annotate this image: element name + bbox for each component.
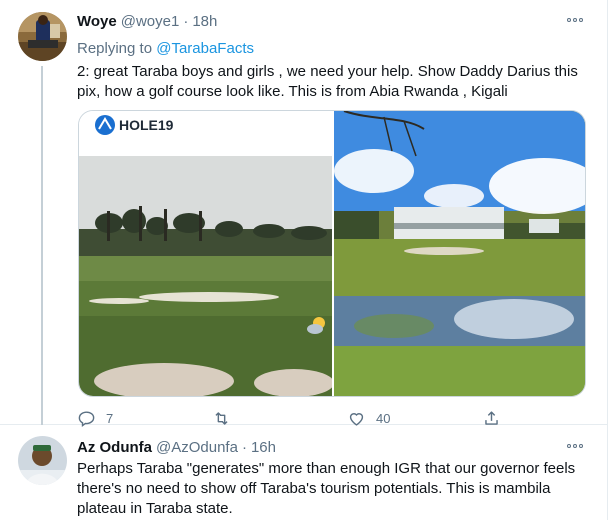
more-icon[interactable] <box>564 438 586 454</box>
user-handle[interactable]: @AzOdunfa <box>156 439 238 456</box>
tweet-timestamp[interactable]: 18h <box>192 13 217 30</box>
replying-to: Replying to @TarabaFacts <box>77 40 254 57</box>
user-handle[interactable]: @woye1 <box>121 13 180 30</box>
reply-icon <box>78 410 95 427</box>
tweet-az-odunfa[interactable]: Az Odunfa @AzOdunfa · 16h Perhaps Taraba… <box>0 426 608 520</box>
tweet-timestamp[interactable]: 16h <box>251 439 276 456</box>
tweet-media-grid: HOLE19 <box>78 110 586 397</box>
tweet-text: Perhaps Taraba "generates" more than eno… <box>77 460 576 517</box>
thread-connector-line <box>41 66 43 425</box>
tweet-content: Woye @woye1 · 18h Replying to @TarabaFac… <box>77 10 586 427</box>
retweet-icon <box>215 411 228 425</box>
like-icon <box>349 412 364 426</box>
more-icon[interactable] <box>564 12 586 28</box>
tweet-content: Az Odunfa @AzOdunfa · 16h Perhaps Taraba… <box>77 436 586 520</box>
tweet-header: Az Odunfa @AzOdunfa · 16h <box>77 436 586 458</box>
separator-dot: · <box>183 12 189 30</box>
tweet-header: Woye @woye1 · 18h <box>77 10 586 32</box>
media-photo-golf-course[interactable]: HOLE19 <box>79 111 332 396</box>
display-name[interactable]: Az Odunfa <box>77 439 152 456</box>
like-count: 40 <box>376 410 391 426</box>
display-name[interactable]: Woye <box>77 13 117 30</box>
replying-to-mention[interactable]: @TarabaFacts <box>156 40 254 57</box>
replying-to-label: Replying to <box>77 40 157 57</box>
hole19-watermark: HOLE19 <box>119 117 174 133</box>
avatar-woye[interactable] <box>18 12 67 61</box>
share-icon <box>485 410 498 425</box>
separator-dot: · <box>241 438 247 456</box>
avatar-az-odunfa[interactable] <box>18 436 67 485</box>
timeline-column: Woye @woye1 · 18h Replying to @TarabaFac… <box>0 0 608 520</box>
reply-count: 7 <box>106 410 114 426</box>
tweet-woye[interactable]: Woye @woye1 · 18h Replying to @TarabaFac… <box>0 0 608 427</box>
media-photo-kigali-golf-club[interactable] <box>334 111 585 396</box>
tweet-text: 2: great Taraba boys and girls , we need… <box>77 63 578 100</box>
